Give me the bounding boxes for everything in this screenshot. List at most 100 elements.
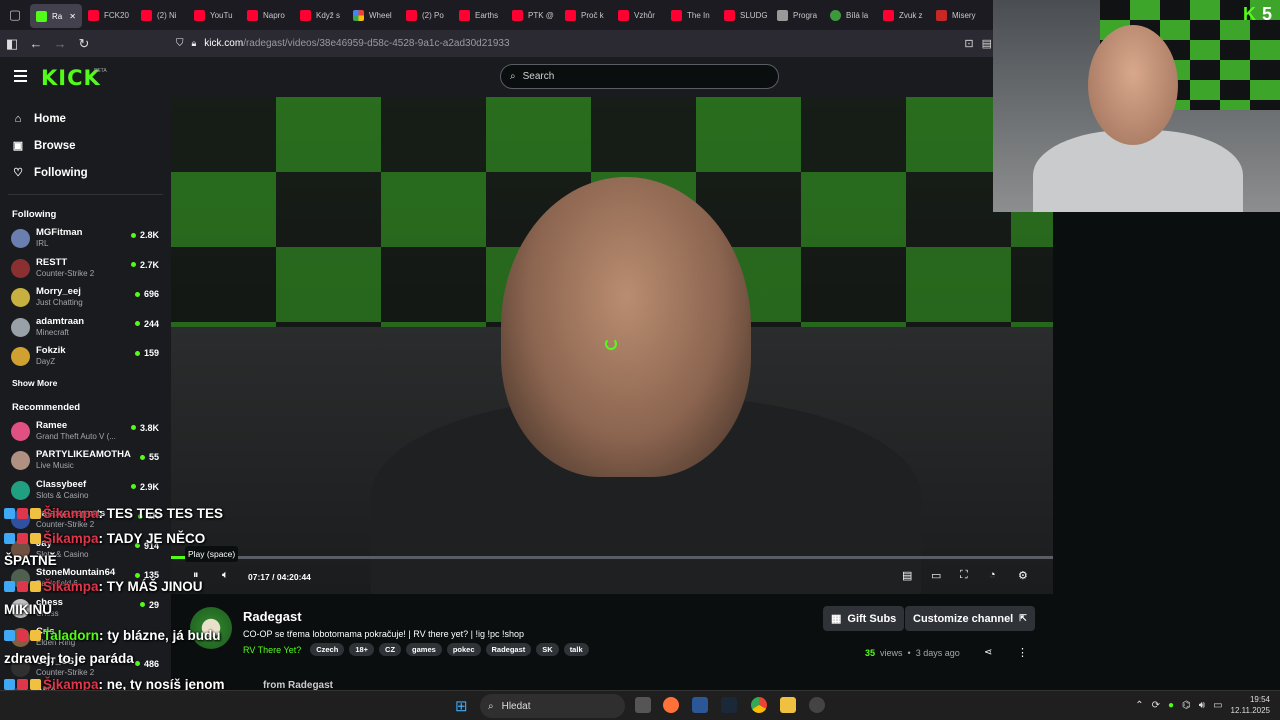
sidebar-divider	[8, 194, 163, 195]
search-icon: ⌕	[510, 71, 516, 82]
back-icon[interactable]: ←	[24, 36, 48, 51]
channel-item[interactable]: StoneMountain64 Battlefield 6 135	[0, 564, 171, 594]
channel-item[interactable]: Morry_eej Just Chatting 696	[0, 283, 171, 313]
channel-item[interactable]: PARTYLIKEAMOTHA Live Music 55	[0, 446, 171, 476]
browser-tab[interactable]: Vzhůr	[612, 0, 665, 30]
sidebar-item-following[interactable]: ♡ Following	[0, 159, 171, 186]
theater-mode-icon[interactable]: ▭	[931, 569, 941, 582]
browser-tab[interactable]: FCK20	[82, 0, 135, 30]
category-link[interactable]: RV There Yet?	[243, 645, 301, 655]
browser-tab[interactable]: Earths	[453, 0, 506, 30]
browser-tab[interactable]: (2) Ni	[135, 0, 188, 30]
settings-gear-icon[interactable]: ⚙	[1018, 569, 1028, 582]
sidebar-item-browse[interactable]: ▣ Browse	[0, 132, 171, 159]
channel-item[interactable]: RESTT Counter-Strike 2 2.7K	[0, 254, 171, 284]
start-icon[interactable]: ⊞	[455, 697, 468, 715]
channel-avatar	[11, 628, 30, 647]
tab-close-icon[interactable]: ✕	[69, 12, 76, 21]
channel-item[interactable]: MGFitman IRL 2.8K	[0, 224, 171, 254]
reader-icon[interactable]: ▤	[982, 37, 992, 50]
sidebar-item-home[interactable]: ⌂ Home	[0, 105, 171, 132]
browser-tab[interactable]: SLUDG	[718, 0, 771, 30]
kick-logo[interactable]: KICK	[41, 66, 101, 90]
clock[interactable]: 19:54 12.11.2025	[1231, 694, 1270, 716]
browser-tab[interactable]: (2) Po	[400, 0, 453, 30]
volume-tray-icon[interactable]: 🔊︎	[1199, 700, 1205, 711]
menu-icon[interactable]	[14, 70, 27, 82]
network-icon[interactable]: ⌬	[1182, 700, 1191, 711]
channel-name[interactable]: Radegast	[243, 609, 302, 624]
channel-item[interactable]: Ramee Grand Theft Auto V (... 3.8K	[0, 417, 171, 447]
tab-favicon-icon	[671, 9, 682, 21]
channel-item[interactable]: Jay Slots & Casino 914	[0, 535, 171, 565]
sidebar: ⌂ Home ▣ Browse ♡ Following Following MGFitma…	[0, 97, 171, 694]
channel-name: Cris	[36, 626, 55, 637]
tray-chevron-icon[interactable]: ⌃	[1135, 700, 1143, 711]
speed-icon[interactable]: ◔	[989, 569, 996, 581]
tag-pill[interactable]: 18+	[349, 643, 375, 656]
browser-tab[interactable]: Když s	[294, 0, 347, 30]
battery-icon[interactable]: ▭	[1213, 700, 1222, 711]
browser-tab[interactable]: Proč k	[559, 0, 612, 30]
volume-icon[interactable]: 🔈︎	[222, 569, 229, 582]
firefox-icon[interactable]	[663, 697, 679, 713]
taskbar-search[interactable]: ⌕ Hledat	[480, 694, 625, 718]
channel-item[interactable]: Cris Elden Ring	[0, 623, 171, 653]
browser-tab[interactable]: Wheel	[347, 0, 400, 30]
steam-icon[interactable]	[721, 697, 737, 713]
sync-icon[interactable]: ⟳	[1152, 700, 1160, 711]
tag-pill[interactable]: pokec	[446, 643, 481, 656]
channel-item[interactable]: Classybeef Slots & Casino 2.9K	[0, 476, 171, 506]
channel-item[interactable]: CCT_CS Counter-Strike 2 486	[0, 653, 171, 683]
settings-app-icon[interactable]	[809, 697, 825, 713]
browser-tab[interactable]: PTK @	[506, 0, 559, 30]
channel-category: Slots & Casino	[36, 490, 89, 500]
search-input[interactable]: ⌕ Search	[500, 64, 779, 89]
progress-bar[interactable]	[171, 556, 1053, 559]
share-icon[interactable]: ⋖	[984, 647, 992, 658]
channel-avatar[interactable]	[190, 607, 232, 649]
video-player[interactable]: Play (space) ⏸ 🔈︎ 07:17 / 04:20:44 ▤ ▭ ⛶…	[171, 97, 1053, 594]
forward-icon[interactable]: →	[48, 36, 72, 51]
tab-favicon-icon	[459, 9, 470, 21]
microphone-icon[interactable]: ●	[1168, 700, 1174, 711]
task-view-icon[interactable]	[635, 697, 651, 713]
viewer-count: 159	[134, 348, 159, 358]
file-explorer-icon[interactable]	[780, 697, 796, 713]
show-more-button[interactable]: Show More	[0, 372, 171, 392]
customize-channel-button[interactable]: Customize channel ⇱	[905, 606, 1035, 631]
browser-tab[interactable]: Progra	[771, 0, 824, 30]
channel-item[interactable]: galaxy_esports Counter-Strike 2 1K	[0, 505, 171, 535]
tab-list-icon[interactable]: ▢	[0, 0, 30, 30]
reload-icon[interactable]: ↻	[72, 36, 96, 52]
browser-tab[interactable]: Napro	[241, 0, 294, 30]
clip-icon[interactable]: ▤	[902, 569, 912, 582]
more-options-icon[interactable]: ⋮	[1017, 646, 1028, 659]
sidebar-toggle-icon[interactable]: ◧	[0, 36, 24, 52]
fullscreen-icon[interactable]: ⛶	[960, 569, 968, 582]
heart-icon: ♡	[13, 167, 23, 179]
chrome-icon[interactable]	[751, 697, 767, 713]
play-icon[interactable]: ⏸	[193, 569, 199, 582]
tag-pill[interactable]: Radegast	[485, 643, 532, 656]
tag-pill[interactable]: SK	[536, 643, 559, 656]
browser-tab[interactable]: Ra ✕	[30, 4, 82, 28]
browser-tab[interactable]: Misery	[930, 0, 983, 30]
browser-tab[interactable]: The In	[665, 0, 718, 30]
screenshot-icon[interactable]: ⊡	[964, 37, 973, 50]
app-icon[interactable]	[692, 697, 708, 713]
viewer-count-value: 1K	[147, 511, 159, 521]
channel-item[interactable]: adamtraan Minecraft 244	[0, 313, 171, 343]
channel-item[interactable]: Fokzik DayZ 159	[0, 342, 171, 372]
gift-subs-button[interactable]: ▦ Gift Subs	[823, 606, 905, 631]
tag-pill[interactable]: CZ	[379, 643, 402, 656]
channel-item[interactable]: chess Chess 29	[0, 594, 171, 624]
browser-tab[interactable]: YouTu	[188, 0, 241, 30]
browser-tab[interactable]: Zvuk z	[877, 0, 930, 30]
browser-tab[interactable]: Bílá la	[824, 0, 877, 30]
tag-pill[interactable]: games	[406, 643, 442, 656]
tag-pill[interactable]: Czech	[310, 643, 345, 656]
viewer-count: 486	[134, 659, 159, 669]
url-bar[interactable]: ⛉ 🔒︎ kick.com/radegast/videos/38e46959-d…	[176, 38, 510, 49]
tag-pill[interactable]: talk	[563, 643, 589, 656]
